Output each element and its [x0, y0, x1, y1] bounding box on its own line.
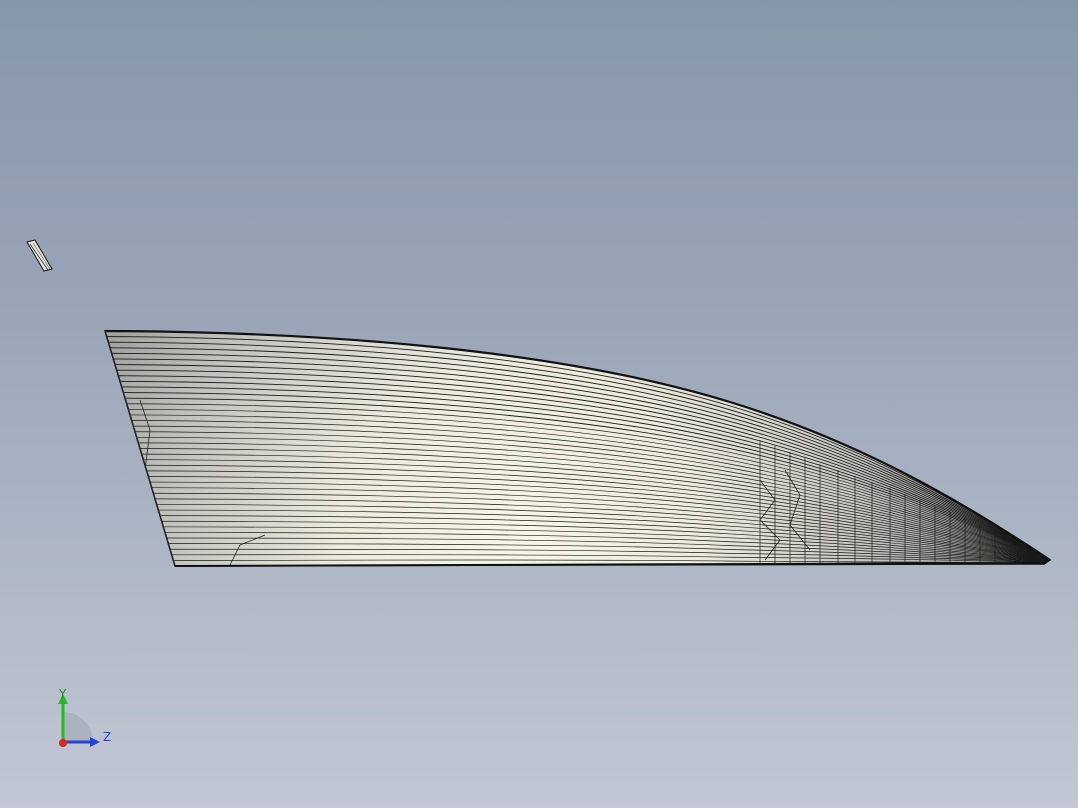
model-scene[interactable]: [0, 0, 1078, 808]
graphics-viewport[interactable]: Y Z: [0, 0, 1078, 808]
triad-quadrant: [63, 712, 93, 742]
model-canvas[interactable]: [0, 0, 1078, 808]
z-axis-label: Z: [103, 730, 112, 744]
y-axis-label: Y: [59, 687, 67, 701]
x-axis-dot: [59, 739, 67, 747]
small-part-sliver[interactable]: [26, 239, 53, 272]
fin-body[interactable]: [104, 329, 1052, 567]
axis-triad: Y Z: [48, 682, 128, 762]
z-axis-arrow: [90, 737, 100, 747]
